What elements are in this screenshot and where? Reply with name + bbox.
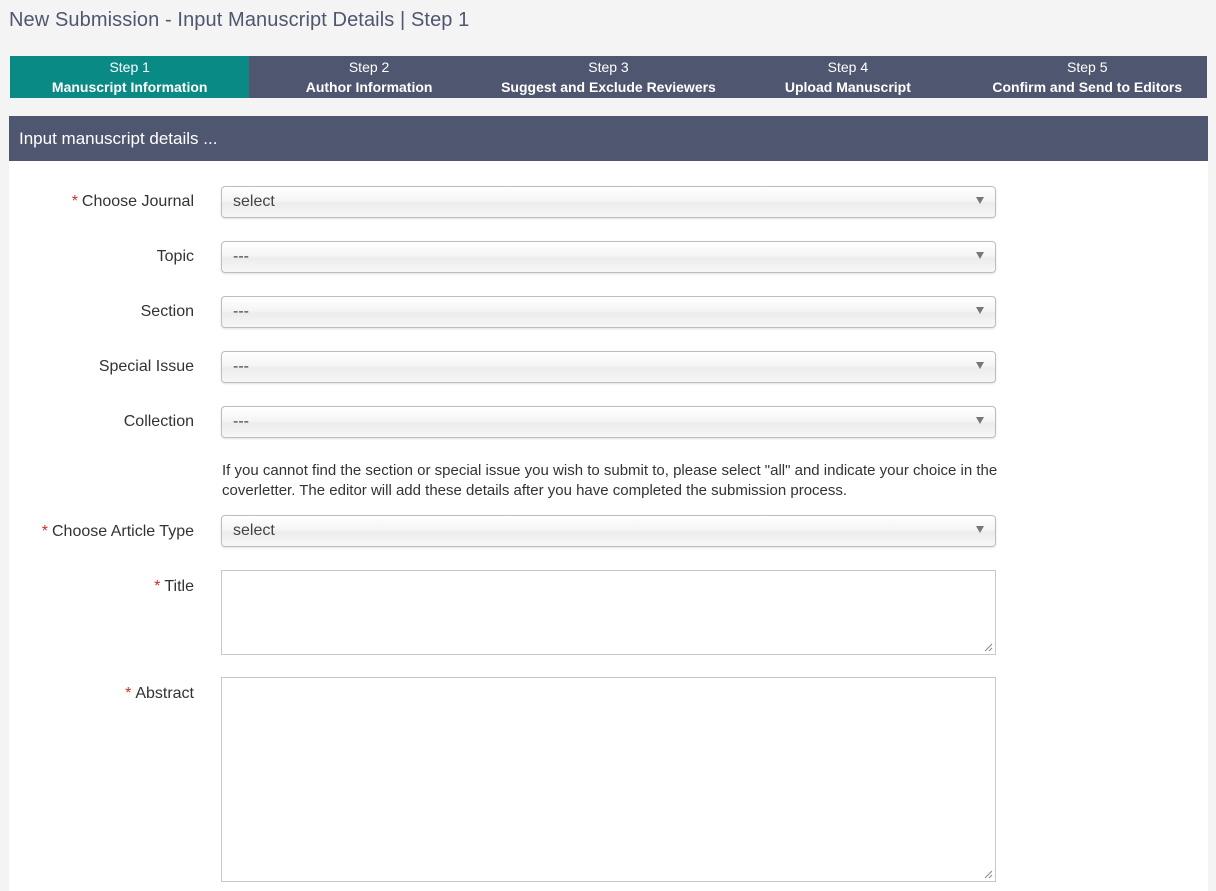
- manuscript-details-panel: Input manuscript details ... * Choose Jou…: [9, 116, 1208, 891]
- step-label: Upload Manuscript: [784, 79, 911, 95]
- step-label: Confirm and Send to Editors: [992, 79, 1183, 95]
- label-text: Choose Journal: [81, 193, 194, 210]
- label-text: Collection: [123, 413, 194, 430]
- choose-journal-label: * Choose Journal: [72, 193, 194, 211]
- step-label: Manuscript Information: [51, 79, 208, 95]
- required-marker: *: [41, 523, 48, 540]
- title-textarea[interactable]: [221, 570, 996, 655]
- label-text: Topic: [156, 248, 194, 265]
- abstract-textarea[interactable]: [221, 677, 996, 882]
- title-label: * Title: [154, 578, 194, 596]
- dropdown-arrow-icon: [976, 417, 984, 424]
- topic-select[interactable]: ---: [221, 241, 996, 273]
- step-label: Suggest and Exclude Reviewers: [501, 79, 716, 95]
- step-number: Step 4: [827, 59, 869, 75]
- select-value: ---: [233, 358, 249, 375]
- dropdown-arrow-icon: [976, 252, 984, 259]
- special-issue-label: Special Issue: [99, 358, 194, 376]
- step-4-upload-manuscript[interactable]: Step 4 Upload Manuscript: [728, 56, 967, 98]
- section-label: Section: [141, 303, 194, 321]
- section-help-text: If you cannot find the section or specia…: [222, 462, 998, 499]
- step-number: Step 5: [1067, 59, 1108, 75]
- step-label: Author Information: [305, 79, 433, 95]
- dropdown-arrow-icon: [976, 197, 984, 204]
- select-value: select: [233, 522, 275, 539]
- article-type-select[interactable]: select: [221, 515, 996, 547]
- special-issue-select[interactable]: ---: [221, 351, 996, 383]
- choose-journal-select[interactable]: select: [221, 186, 996, 218]
- article-type-label: * Choose Article Type: [42, 523, 194, 541]
- required-marker: *: [71, 193, 78, 210]
- step-number: Step 2: [348, 59, 390, 75]
- label-text: Section: [140, 303, 194, 320]
- step-number: Step 3: [588, 59, 629, 75]
- required-marker: *: [154, 578, 161, 595]
- select-value: select: [233, 193, 275, 210]
- label-text: Abstract: [135, 685, 194, 702]
- dropdown-arrow-icon: [976, 362, 984, 369]
- label-text: Choose Article Type: [51, 523, 194, 540]
- step-progress-bar: Step 1 Manuscript Information Step 2 Aut…: [10, 56, 1207, 98]
- select-value: ---: [233, 248, 249, 265]
- page-title: New Submission - Input Manuscript Detail…: [9, 9, 470, 31]
- required-marker: *: [125, 685, 132, 702]
- step-3-suggest-exclude-reviewers[interactable]: Step 3 Suggest and Exclude Reviewers: [489, 56, 728, 98]
- select-value: ---: [233, 303, 249, 320]
- panel-header: Input manuscript details ...: [9, 116, 1208, 161]
- resize-grip-icon[interactable]: [983, 642, 993, 652]
- step-2-author-information[interactable]: Step 2 Author Information: [249, 56, 488, 98]
- dropdown-arrow-icon: [976, 307, 984, 314]
- step-number: Step 1: [109, 59, 150, 75]
- section-select[interactable]: ---: [221, 296, 996, 328]
- select-value: ---: [233, 413, 249, 430]
- step-5-confirm-send[interactable]: Step 5 Confirm and Send to Editors: [968, 56, 1207, 98]
- step-1-manuscript-information[interactable]: Step 1 Manuscript Information: [10, 56, 250, 98]
- collection-select[interactable]: ---: [221, 406, 996, 438]
- label-text: Special Issue: [98, 358, 194, 375]
- resize-grip-icon[interactable]: [983, 869, 993, 879]
- topic-label: Topic: [157, 248, 194, 266]
- abstract-label: * Abstract: [125, 685, 194, 703]
- collection-label: Collection: [124, 413, 194, 431]
- label-text: Title: [164, 578, 194, 595]
- dropdown-arrow-icon: [976, 526, 984, 533]
